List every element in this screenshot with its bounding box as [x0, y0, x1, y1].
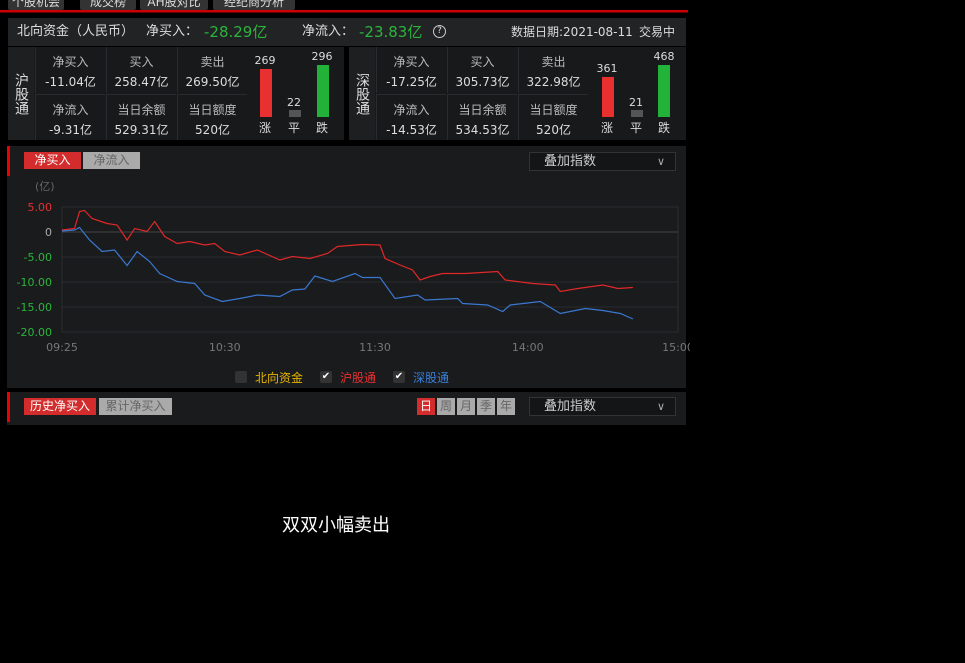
period-year[interactable]: 年 [497, 398, 515, 415]
plot-frame [61, 206, 679, 333]
y-tick-label: -20.00 [17, 326, 52, 339]
y-tick-label: -15.00 [17, 301, 52, 314]
chevron-down-icon: ∨ [656, 400, 665, 413]
select-value: 叠加指数 [544, 399, 597, 414]
x-tick-label: 15:00 [662, 341, 690, 354]
legend-northbound: 北向资金 [255, 371, 304, 385]
tab-cumulative-net-buy[interactable]: 累计净买入 [99, 398, 172, 415]
period-quarter[interactable]: 季 [477, 398, 495, 415]
sh-connect-line [61, 209, 633, 293]
y-tick-label: -10.00 [17, 276, 52, 289]
y-tick-label: -5.00 [24, 251, 52, 264]
x-tick-label: 10:30 [209, 341, 241, 354]
period-month[interactable]: 月 [457, 398, 475, 415]
checkbox-sh-connect[interactable]: ✔ [320, 371, 332, 383]
intraday-chart: (亿) 5.00 0 -5.00 -10.00 -15.00 -20.00 09:25 10:3… [17, 180, 690, 354]
y-tick-label: 5.00 [28, 201, 53, 214]
sz-connect-line [61, 226, 634, 320]
unit-label: (亿) [35, 180, 55, 193]
legend-sh-connect: 沪股通 [340, 371, 377, 385]
accent-bar [7, 392, 10, 422]
checkbox-sz-connect[interactable]: ✔ [393, 371, 405, 383]
x-tick-label: 09:25 [46, 341, 78, 354]
legend-sz-connect: 深股通 [413, 371, 450, 385]
period-week[interactable]: 周 [437, 398, 455, 415]
x-tick-label: 14:00 [512, 341, 544, 354]
caption: 双双小幅卖出 [282, 515, 390, 536]
history-overlay-select[interactable]: 叠加指数 ∨ [529, 397, 676, 416]
tab-history-net-buy[interactable]: 历史净买入 [24, 398, 96, 415]
x-tick-label: 11:30 [359, 341, 391, 354]
checkbox-northbound[interactable] [235, 371, 247, 383]
y-tick-label: 0 [45, 226, 52, 239]
period-day[interactable]: 日 [417, 398, 435, 415]
